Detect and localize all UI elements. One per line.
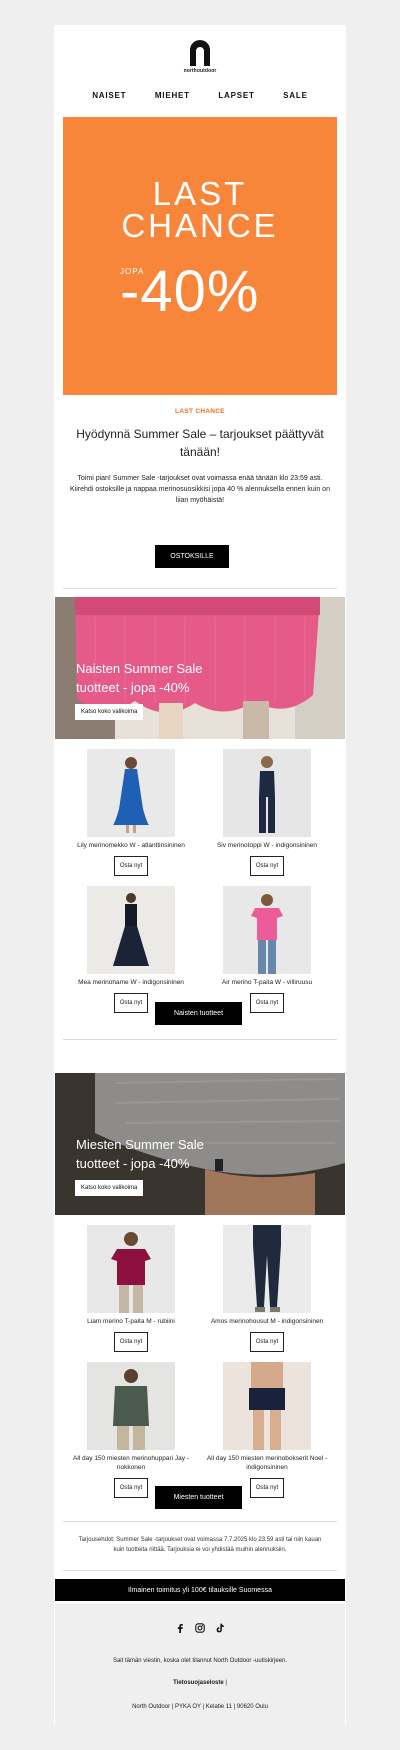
buy-now-button[interactable]: Osta nyt (114, 993, 148, 1013)
product-card[interactable]: Liam merino T-paita M - rubiini Osta nyt (66, 1225, 196, 1352)
privacy-line: Tietosuojaseloste | (173, 1680, 227, 1686)
privacy-link[interactable]: Tietosuojaseloste (173, 1680, 224, 1686)
men-view-all-button[interactable]: Katso koko valikoima (75, 1180, 144, 1196)
product-name[interactable]: Amos merinohousut M - indigonsininen (202, 1317, 332, 1326)
product-name[interactable]: Lily merinomekko W - atlanttinsininen (66, 841, 196, 850)
product-name[interactable]: Siv merinotoppi W - indigonsininen (202, 841, 332, 850)
footer: Sait tämän viestin, koska olet tilannut … (55, 1604, 345, 1725)
women-banner-title-1: Naisten Summer Sale (76, 661, 203, 676)
intro-eyebrow: LAST CHANCE (175, 408, 225, 415)
product-name[interactable]: Liam merino T-paita M - rubiini (66, 1317, 196, 1326)
men-banner-title-1: Miesten Summer Sale (76, 1137, 204, 1152)
terms-text: Tarjousehdot: Summer Sale -tarjoukset ov… (78, 1537, 322, 1553)
women-banner-title-2: tuotteet - jopa -40% (76, 680, 190, 695)
buy-now-button[interactable]: Osta nyt (250, 993, 284, 1013)
divider (63, 1521, 337, 1522)
hero-banner[interactable]: LAST CHANCE JOPA -40% (63, 117, 337, 395)
facebook-icon[interactable] (175, 1620, 185, 1633)
product-image[interactable] (223, 1362, 311, 1450)
brand-logo[interactable]: northoutdoor (54, 38, 346, 74)
shop-now-button[interactable]: OSTOKSILLE (155, 545, 229, 568)
buy-now-button[interactable]: Osta nyt (250, 1478, 284, 1498)
intro-body: Toimi pian! Summer Sale -tarjoukset ovat… (70, 475, 330, 504)
logo-wordmark: northoutdoor (183, 68, 217, 74)
company-address: North Outdoor | PYKA OY | Kelatie 11 | 9… (132, 1704, 268, 1710)
nav-item-sale[interactable]: SALE (283, 91, 308, 100)
buy-now-button[interactable]: Osta nyt (114, 1332, 148, 1352)
nav-item-naiset[interactable]: NAISET (92, 91, 126, 100)
men-sale-banner[interactable]: Miesten Summer Sale tuotteet - jopa -40%… (55, 1073, 345, 1215)
free-shipping-bar: Ilmainen toimitus yli 100€ tilauksille S… (55, 1579, 345, 1601)
women-view-all-button[interactable]: Katso koko valikoima (75, 704, 144, 720)
main-nav: NAISET MIEHET LAPSET SALE (54, 91, 346, 100)
divider (63, 588, 337, 589)
product-card[interactable]: Air merino T-paita W - villiruusu Osta n… (202, 886, 332, 1013)
product-card[interactable]: Amos merinohousut M - indigonsininen Ost… (202, 1225, 332, 1352)
hero-percent-text: -40% (120, 259, 260, 324)
women-products-button[interactable]: Naisten tuotteet (155, 1002, 242, 1025)
intro-headline: Hyödynnä Summer Sale – tarjoukset päätty… (76, 427, 324, 459)
product-card[interactable]: Mea merinohame W - indigonsininen Osta n… (66, 886, 196, 1013)
hero-line-2: CHANCE (121, 207, 279, 244)
north-outdoor-logo-icon (190, 40, 210, 66)
men-banner-title-2: tuotteet - jopa -40% (76, 1156, 190, 1171)
divider (63, 1039, 337, 1040)
instagram-icon[interactable] (195, 1620, 205, 1633)
product-image[interactable] (223, 1225, 311, 1313)
buy-now-button[interactable]: Osta nyt (114, 1478, 148, 1498)
men-products-button[interactable]: Miesten tuotteet (155, 1486, 242, 1509)
product-card[interactable]: Lily merinomekko W - atlanttinsininen Os… (66, 749, 196, 876)
product-name[interactable]: All day 150 miesten merinobokserit Noel … (202, 1454, 332, 1472)
product-image[interactable] (87, 886, 175, 974)
product-name[interactable]: Mea merinohame W - indigonsininen (66, 978, 196, 987)
product-image[interactable] (223, 749, 311, 837)
product-name[interactable]: Air merino T-paita W - villiruusu (202, 978, 332, 987)
hero-percent: -40% (120, 263, 259, 321)
product-card[interactable]: All day 150 miesten merinobokserit Noel … (202, 1362, 332, 1498)
product-image[interactable] (223, 886, 311, 974)
divider (63, 1570, 337, 1571)
hero-line-1: LAST (152, 175, 248, 212)
subscription-reason: Sait tämän viestin, koska olet tilannut … (112, 1658, 288, 1664)
social-links (55, 1620, 345, 1633)
nav-item-lapset[interactable]: LAPSET (218, 91, 254, 100)
nav-item-miehet[interactable]: MIEHET (155, 91, 190, 100)
women-sale-banner[interactable]: Naisten Summer Sale tuotteet - jopa -40%… (55, 597, 345, 739)
product-name[interactable]: All day 150 miesten merinohuppari Jay -n… (66, 1454, 196, 1472)
tiktok-icon[interactable] (215, 1620, 225, 1633)
product-card[interactable]: Siv merinotoppi W - indigonsininen Osta … (202, 749, 332, 876)
product-image[interactable] (87, 1362, 175, 1450)
product-card[interactable]: All day 150 miesten merinohuppari Jay -n… (66, 1362, 196, 1498)
product-image[interactable] (87, 749, 175, 837)
product-image[interactable] (87, 1225, 175, 1313)
buy-now-button[interactable]: Osta nyt (114, 856, 148, 876)
email-container: northoutdoor NAISET MIEHET LAPSET SALE L… (54, 25, 346, 1725)
buy-now-button[interactable]: Osta nyt (250, 1332, 284, 1352)
buy-now-button[interactable]: Osta nyt (250, 856, 284, 876)
